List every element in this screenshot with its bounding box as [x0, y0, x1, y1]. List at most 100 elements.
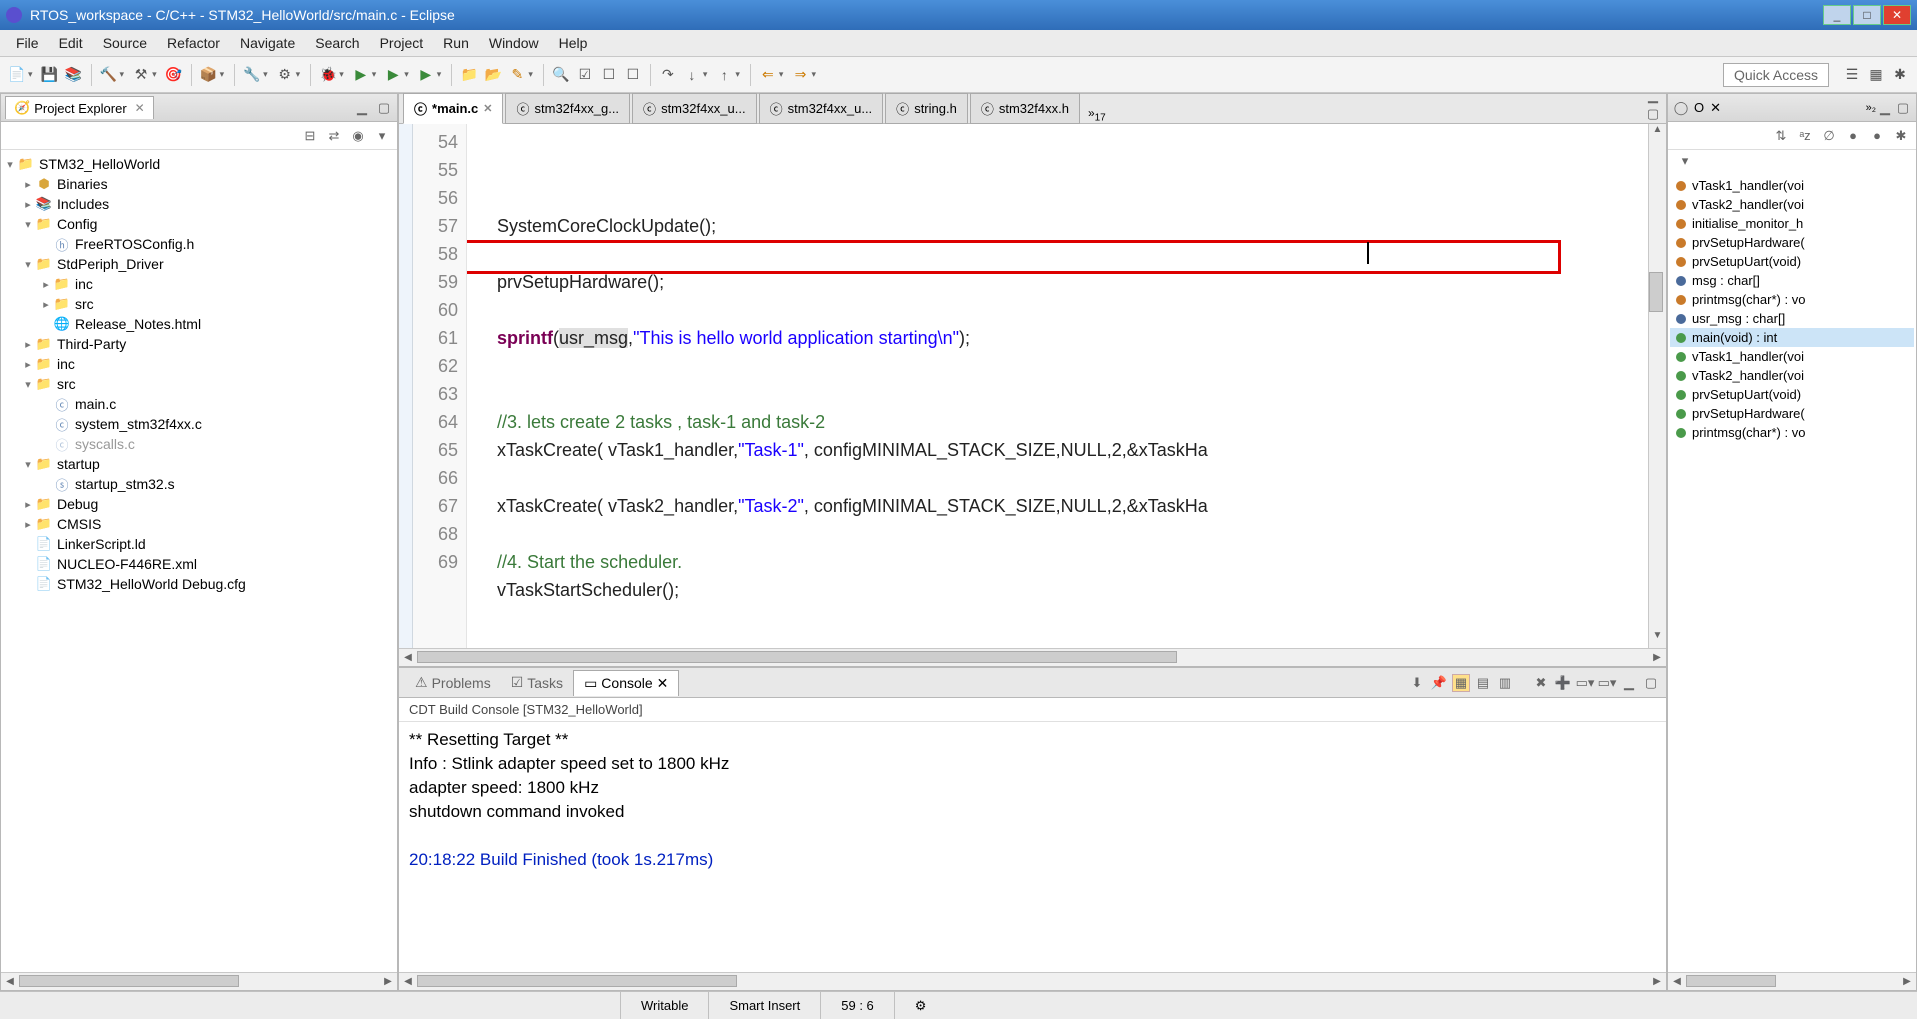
link-editor-icon[interactable]: ⇄	[325, 127, 343, 145]
outline-item[interactable]: vTask2_handler(voi	[1670, 195, 1914, 214]
perspective-other-icon[interactable]: ✱	[1889, 64, 1911, 86]
tree-node[interactable]: ▾📁Config	[3, 214, 395, 234]
code-area[interactable]: SystemCoreClockUpdate(); prvSetupHardwar…	[467, 124, 1648, 648]
code-line[interactable]: xTaskCreate( vTask2_handler,"Task-2", co…	[477, 492, 1638, 520]
save-icon[interactable]: 💾	[39, 64, 61, 86]
step-icon[interactable]: ↓	[681, 64, 703, 86]
console-tab-tasks[interactable]: ☑Tasks	[501, 670, 573, 695]
editor-tab[interactable]: ⓒstring.h	[885, 93, 968, 124]
tree-node[interactable]: ▸📁inc	[3, 274, 395, 294]
new-icon[interactable]: 📄	[6, 64, 28, 86]
outline-item[interactable]: msg : char[]	[1670, 271, 1914, 290]
menu-search[interactable]: Search	[305, 32, 369, 54]
outline-item[interactable]: vTask2_handler(voi	[1670, 366, 1914, 385]
new-console-icon[interactable]: ➕	[1554, 674, 1572, 692]
toggle3-icon[interactable]: ☐	[622, 64, 644, 86]
perspective-debug-icon[interactable]: ▦	[1865, 64, 1887, 86]
hammer-icon[interactable]: ⚒	[130, 64, 152, 86]
tree-node[interactable]: ▸⬢Binaries	[3, 174, 395, 194]
code-line[interactable]: xTaskCreate( vTask1_handler,"Task-1", co…	[477, 436, 1638, 464]
min-editor-icon[interactable]: ▁	[1644, 87, 1662, 105]
tree-node[interactable]: ▸📁src	[3, 294, 395, 314]
gear-icon[interactable]: ⚙	[274, 64, 296, 86]
project-tree[interactable]: ▾📁STM32_HelloWorld▸⬢Binaries▸📚Includes▾📁…	[1, 150, 397, 972]
sort-icon[interactable]: ⇅	[1772, 127, 1790, 145]
collapse-all-icon[interactable]: ⊟	[301, 127, 319, 145]
outline-item[interactable]: vTask1_handler(voi	[1670, 176, 1914, 195]
toggle2-icon[interactable]: ☐	[598, 64, 620, 86]
tree-node[interactable]: ▾📁src	[3, 374, 395, 394]
close-console-icon[interactable]: ✕	[657, 675, 669, 692]
search-icon[interactable]: 🔍	[550, 64, 572, 86]
editor-tab[interactable]: ⓒstm32f4xx.h	[970, 93, 1080, 124]
focus-icon[interactable]: ◉	[349, 127, 367, 145]
folder-icon[interactable]: 📂	[482, 64, 504, 86]
editor-hscroll[interactable]: ◀▶	[399, 648, 1666, 666]
close-tab-icon[interactable]: ✕	[135, 101, 145, 115]
pin-icon[interactable]: 📌	[1430, 674, 1448, 692]
outline-hscroll[interactable]: ◀▶	[1668, 972, 1916, 990]
code-line[interactable]: //4. Start the scheduler.	[477, 548, 1638, 576]
code-line[interactable]	[477, 632, 1638, 648]
outline-item[interactable]: prvSetupUart(void)	[1670, 385, 1914, 404]
tree-node[interactable]: ⓢstartup_stm32.s	[3, 474, 395, 494]
tree-node[interactable]: ▸📁Debug	[3, 494, 395, 514]
run-last-icon[interactable]: ▶	[382, 64, 404, 86]
menu-help[interactable]: Help	[549, 32, 598, 54]
chevron-down-icon[interactable]: ▾	[1676, 152, 1694, 170]
code-line[interactable]	[477, 352, 1638, 380]
close-button[interactable]: ✕	[1883, 5, 1911, 25]
close-tab-icon[interactable]: ✕	[483, 102, 492, 115]
menu-refactor[interactable]: Refactor	[157, 32, 230, 54]
outline-item[interactable]: usr_msg : char[]	[1670, 309, 1914, 328]
remove-icon[interactable]: ▥	[1496, 674, 1514, 692]
code-line[interactable]: sprintf(usr_msg,"This is hello world app…	[477, 324, 1638, 352]
menu-source[interactable]: Source	[93, 32, 157, 54]
code-line[interactable]: //3. lets create 2 tasks , task-1 and ta…	[477, 408, 1638, 436]
max-outline-icon[interactable]: ▢	[1894, 99, 1912, 117]
step2-icon[interactable]: ↑	[713, 64, 735, 86]
editor-tab[interactable]: ⓒstm32f4xx_u...	[632, 93, 757, 124]
tree-node[interactable]: ⓒsystem_stm32f4xx.c	[3, 414, 395, 434]
outline-menu-icon[interactable]: ✱	[1892, 127, 1910, 145]
close-outline-icon[interactable]: ✕	[1710, 100, 1721, 116]
package-icon[interactable]: 📦	[198, 64, 220, 86]
forward-icon[interactable]: ⇒	[789, 64, 811, 86]
project-explorer-tab[interactable]: 🧭 Project Explorer ✕	[5, 96, 154, 119]
menu-project[interactable]: Project	[370, 32, 434, 54]
console-hscroll[interactable]: ◀▶	[399, 972, 1666, 990]
hide-static-icon[interactable]: ●	[1844, 127, 1862, 145]
tree-node[interactable]: ▸📚Includes	[3, 194, 395, 214]
maximize-button[interactable]: □	[1853, 5, 1881, 25]
min-console-icon[interactable]: ▁	[1620, 674, 1638, 692]
tree-node[interactable]: ▾📁STM32_HelloWorld	[3, 154, 395, 174]
min-outline-icon[interactable]: ▁	[1876, 99, 1894, 117]
build-icon[interactable]: 🔨	[98, 64, 120, 86]
terminate-icon[interactable]: ✖	[1532, 674, 1550, 692]
outline-item[interactable]: vTask1_handler(voi	[1670, 347, 1914, 366]
outline-item[interactable]: main(void) : int	[1670, 328, 1914, 347]
outline-item[interactable]: printmsg(char*) : vo	[1670, 423, 1914, 442]
quick-access[interactable]: Quick Access	[1723, 63, 1829, 87]
code-line[interactable]: vTaskStartScheduler();	[477, 576, 1638, 604]
tree-node[interactable]: ⓒmain.c	[3, 394, 395, 414]
tree-node[interactable]: ⓒsyscalls.c	[3, 434, 395, 454]
filter-icon[interactable]: ᵃz	[1796, 127, 1814, 145]
perspective-c-icon[interactable]: ☰	[1841, 64, 1863, 86]
code-line[interactable]	[477, 296, 1638, 324]
back-icon[interactable]: ⇐	[757, 64, 779, 86]
console-output[interactable]: ** Resetting Target **Info : Stlink adap…	[399, 722, 1666, 972]
tree-node[interactable]: ▸📁CMSIS	[3, 514, 395, 534]
display-tab-icon[interactable]: ▦	[1452, 674, 1470, 692]
code-line[interactable]	[477, 464, 1638, 492]
coverage-icon[interactable]: ▶	[415, 64, 437, 86]
tree-node[interactable]: ▾📁startup	[3, 454, 395, 474]
console-tab-console[interactable]: ▭Console✕	[573, 670, 679, 696]
console-tab-problems[interactable]: ⚠Problems	[405, 670, 501, 695]
tree-node[interactable]: ⓗFreeRTOSConfig.h	[3, 234, 395, 254]
target-icon[interactable]: 🎯	[163, 64, 185, 86]
tree-node[interactable]: 📄NUCLEO-F446RE.xml	[3, 554, 395, 574]
outline-item[interactable]: prvSetupHardware(	[1670, 233, 1914, 252]
display-select-icon[interactable]: ▭▾	[1576, 674, 1594, 692]
skip-icon[interactable]: ↷	[657, 64, 679, 86]
